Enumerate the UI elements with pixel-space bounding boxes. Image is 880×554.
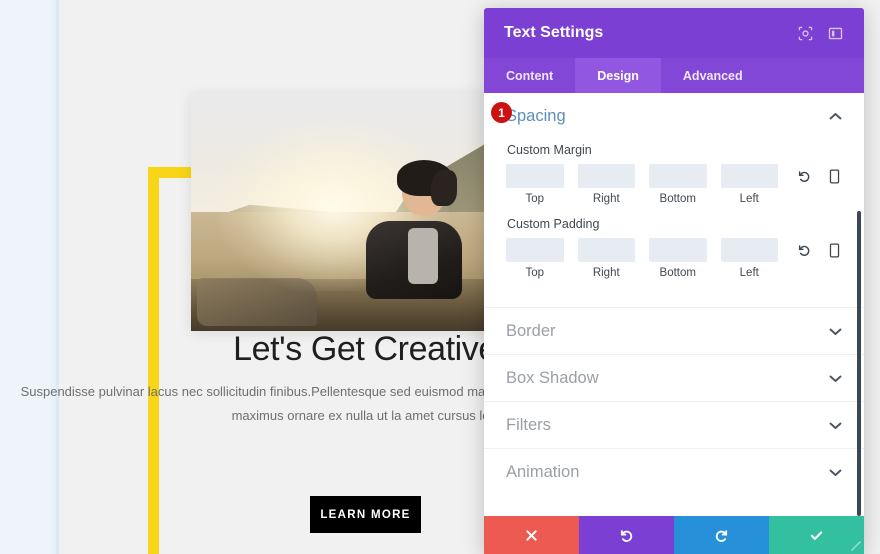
hero-image[interactable] xyxy=(191,93,489,331)
section-box-shadow-title: Box Shadow xyxy=(506,368,599,387)
chevron-up-icon[interactable] xyxy=(829,109,842,124)
chevron-down-icon[interactable] xyxy=(829,465,842,480)
layout-panel-icon[interactable] xyxy=(820,18,850,48)
modal-header: Text Settings xyxy=(484,8,864,58)
custom-padding-label: Custom Padding xyxy=(507,217,600,231)
padding-left-caption: Left xyxy=(739,267,759,279)
chevron-down-icon[interactable] xyxy=(829,418,842,433)
section-border[interactable]: Border xyxy=(484,307,864,354)
section-filters-title: Filters xyxy=(506,415,551,434)
learn-more-button[interactable]: LEARN MORE xyxy=(310,496,421,533)
padding-top-caption: Top xyxy=(525,267,545,279)
padding-reset-icon[interactable] xyxy=(796,240,812,260)
chevron-down-icon[interactable] xyxy=(829,324,842,339)
left-rail xyxy=(0,0,58,554)
margin-left-cell: Left xyxy=(720,164,778,205)
margin-right-caption: Right xyxy=(592,193,620,205)
margin-left-caption: Left xyxy=(739,193,759,205)
margin-bottom-input[interactable] xyxy=(649,164,707,188)
section-spacing: 1 Spacing Custom Margin Top Right Bottom… xyxy=(484,93,864,289)
custom-margin-label: Custom Margin xyxy=(507,143,592,157)
margin-bottom-cell: Bottom xyxy=(649,164,707,205)
padding-right-input[interactable] xyxy=(577,238,635,262)
padding-top-cell: Top xyxy=(506,238,564,279)
section-border-title: Border xyxy=(506,321,556,340)
status-badge: 1 xyxy=(491,102,512,123)
margin-top-caption: Top xyxy=(525,193,545,205)
modal-body: 1 Spacing Custom Margin Top Right Bottom… xyxy=(484,93,864,516)
custom-margin-row: Top Right Bottom Left xyxy=(506,164,842,205)
section-spacing-title: Spacing xyxy=(506,106,566,125)
padding-bottom-input[interactable] xyxy=(649,238,707,262)
custom-padding-row: Top Right Bottom Left xyxy=(506,238,842,279)
tab-content[interactable]: Content xyxy=(484,58,575,93)
undo-button[interactable] xyxy=(579,516,674,554)
margin-reset-icon[interactable] xyxy=(796,166,812,186)
panel-scrollbar-thumb[interactable] xyxy=(857,211,861,516)
margin-top-input[interactable] xyxy=(506,164,564,188)
person-shirt xyxy=(407,228,438,285)
tab-design[interactable]: Design xyxy=(575,58,661,93)
padding-left-input[interactable] xyxy=(720,238,778,262)
resize-handle[interactable] xyxy=(842,532,864,554)
focus-target-icon[interactable] xyxy=(790,18,820,48)
person-jeans xyxy=(360,293,468,331)
panel-scrollbar[interactable] xyxy=(854,93,864,516)
modal-title: Text Settings xyxy=(504,24,604,41)
margin-left-input[interactable] xyxy=(720,164,778,188)
margin-top-cell: Top xyxy=(506,164,564,205)
person-hair-side xyxy=(431,169,458,206)
section-filters[interactable]: Filters xyxy=(484,401,864,448)
chevron-down-icon[interactable] xyxy=(829,371,842,386)
redo-button[interactable] xyxy=(674,516,769,554)
padding-row-tools xyxy=(778,238,842,260)
modal-tab-bar: Content Design Advanced xyxy=(484,58,864,93)
section-spacing-header[interactable]: 1 Spacing xyxy=(491,93,842,139)
left-rail-edge xyxy=(56,0,59,554)
photo-person xyxy=(358,159,489,331)
padding-bottom-cell: Bottom xyxy=(649,238,707,279)
section-animation-title: Animation xyxy=(506,462,580,481)
padding-top-input[interactable] xyxy=(506,238,564,262)
margin-bottom-caption: Bottom xyxy=(659,193,696,205)
margin-row-tools xyxy=(778,164,842,186)
padding-right-cell: Right xyxy=(577,238,635,279)
section-animation[interactable]: Animation xyxy=(484,448,864,495)
screen: Let's Get Creative Suspendisse pulvinar … xyxy=(0,0,880,554)
text-settings-modal: Text Settings Content Design Advanced 1 … xyxy=(484,8,864,554)
tab-advanced[interactable]: Advanced xyxy=(661,58,765,93)
modal-footer xyxy=(484,516,864,554)
padding-right-caption: Right xyxy=(592,267,620,279)
padding-left-cell: Left xyxy=(720,238,778,279)
save-button[interactable] xyxy=(769,516,864,554)
margin-responsive-icon[interactable] xyxy=(826,166,842,186)
margin-right-input[interactable] xyxy=(577,164,635,188)
section-box-shadow[interactable]: Box Shadow xyxy=(484,354,864,401)
padding-responsive-icon[interactable] xyxy=(826,240,842,260)
cancel-button[interactable] xyxy=(484,516,579,554)
padding-bottom-caption: Bottom xyxy=(659,267,696,279)
margin-right-cell: Right xyxy=(577,164,635,205)
